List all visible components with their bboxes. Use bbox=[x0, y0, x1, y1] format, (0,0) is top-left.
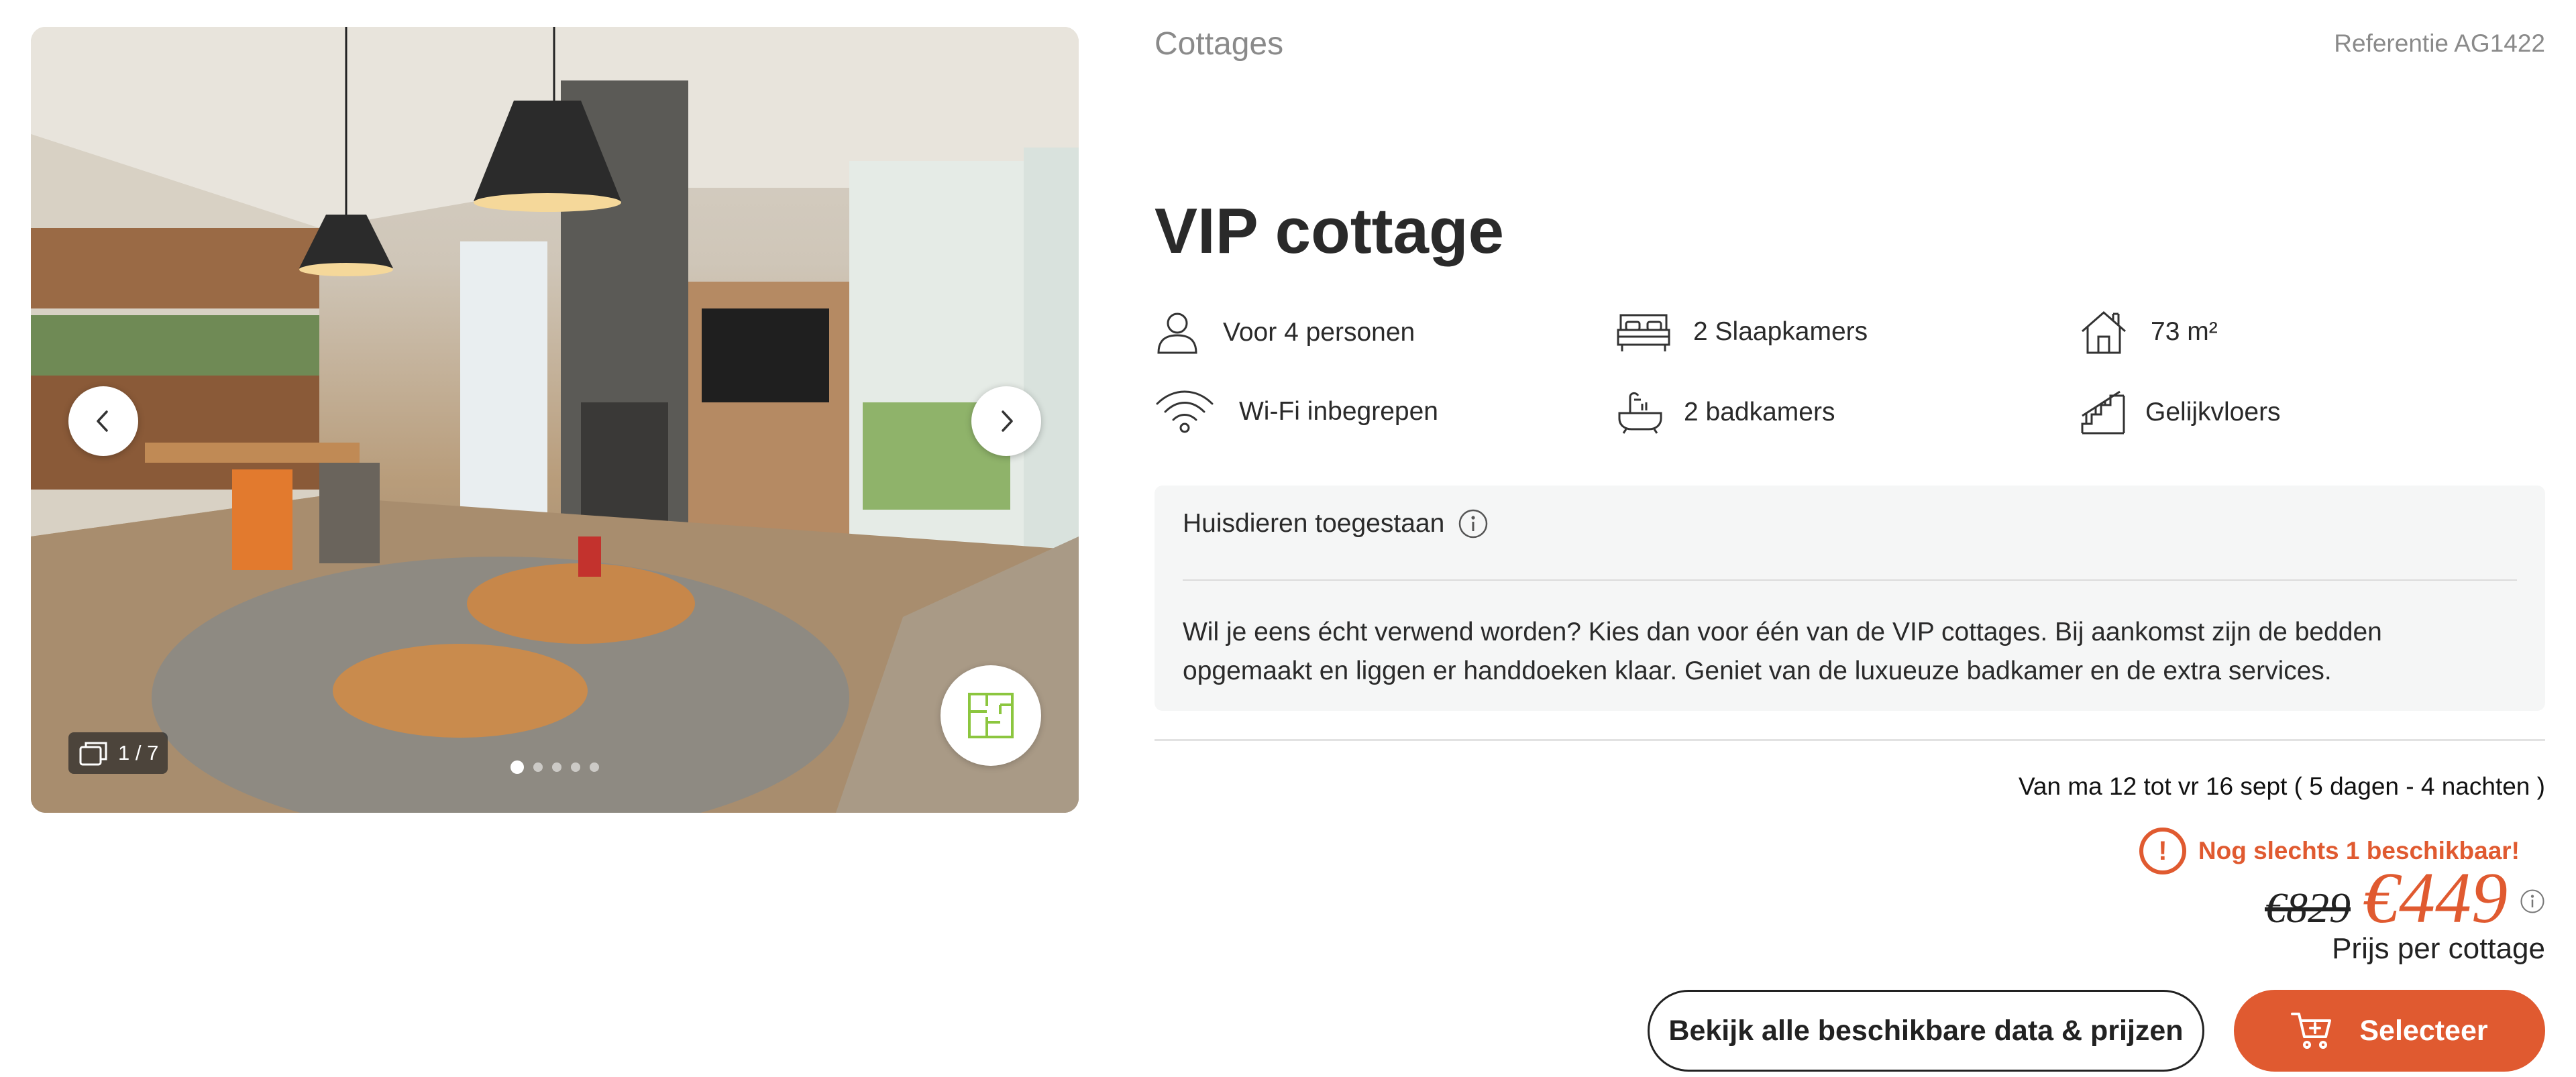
bathtub-icon bbox=[1618, 392, 1662, 434]
feature-persons-label: Voor 4 personen bbox=[1223, 318, 1415, 347]
carousel-dot[interactable] bbox=[571, 762, 580, 772]
feature-bathrooms: 2 badkamers bbox=[1617, 390, 1835, 435]
price-info-icon[interactable] bbox=[2520, 889, 2545, 914]
pets-allowed-label: Huisdieren toegestaan bbox=[1183, 509, 1445, 538]
reference-label: Referentie AG1422 bbox=[2334, 30, 2545, 57]
category-label: Cottages bbox=[1155, 26, 1284, 62]
feature-bedrooms-label: 2 Slaapkamers bbox=[1693, 317, 1868, 346]
all-dates-prices-button[interactable]: Bekijk alle beschikbare data & prijzen bbox=[1648, 990, 2204, 1072]
next-photo-button[interactable] bbox=[971, 386, 1041, 456]
info-icon[interactable] bbox=[1458, 508, 1489, 539]
new-price: €449 bbox=[2363, 858, 2508, 938]
select-button[interactable]: Selecteer bbox=[2234, 990, 2545, 1072]
photo-counter: 1 / 7 bbox=[68, 732, 168, 774]
feature-wifi-label: Wi-Fi inbegrepen bbox=[1239, 397, 1438, 426]
previous-photo-button[interactable] bbox=[68, 386, 138, 456]
all-dates-prices-label: Bekijk alle beschikbare data & prijzen bbox=[1668, 1014, 2184, 1047]
pets-allowed: Huisdieren toegestaan bbox=[1183, 508, 1489, 539]
alert-icon: ! bbox=[2139, 828, 2186, 874]
feature-area-label: 73 m² bbox=[2151, 317, 2218, 346]
feature-bathrooms-label: 2 badkamers bbox=[1684, 398, 1835, 427]
feature-floor-label: Gelijkvloers bbox=[2145, 398, 2281, 427]
feature-wifi: Wi-Fi inbegrepen bbox=[1155, 389, 1438, 435]
price-unit-label: Prijs per cottage bbox=[2332, 932, 2545, 965]
stairs-icon bbox=[2081, 390, 2125, 435]
carousel-dot[interactable] bbox=[533, 762, 543, 772]
person-icon bbox=[1157, 313, 1197, 354]
stay-dates: Van ma 12 tot vr 16 sept ( 5 dagen - 4 n… bbox=[2018, 773, 2545, 800]
carousel-dot[interactable] bbox=[511, 760, 524, 774]
section-divider bbox=[1155, 739, 2545, 741]
feature-bedrooms: 2 Slaapkamers bbox=[1617, 310, 1868, 354]
info-divider bbox=[1183, 579, 2517, 581]
floorplan-button[interactable] bbox=[941, 665, 1041, 766]
house-icon bbox=[2082, 311, 2126, 354]
gallery-stack-icon bbox=[79, 742, 107, 766]
price-block: €829 €449 bbox=[2265, 857, 2545, 940]
photo-counter-label: 1 / 7 bbox=[118, 741, 159, 764]
floorplan-icon bbox=[968, 693, 1014, 738]
select-button-label: Selecteer bbox=[2359, 1014, 2488, 1047]
old-price: €829 bbox=[2265, 884, 2351, 931]
cottage-interior-photo bbox=[31, 27, 1079, 813]
chevron-right-icon bbox=[1002, 410, 1013, 432]
description-text: Wil je eens écht verwend worden? Kies da… bbox=[1183, 618, 2382, 685]
feature-persons: Voor 4 personen bbox=[1155, 310, 1415, 355]
cart-icon bbox=[2291, 1013, 2332, 1049]
carousel-dots bbox=[511, 760, 599, 774]
bed-icon bbox=[1617, 314, 1670, 351]
chevron-left-icon bbox=[97, 410, 108, 432]
page-title: VIP cottage bbox=[1155, 195, 1505, 267]
feature-area: 73 m² bbox=[2080, 308, 2218, 355]
carousel-dot[interactable] bbox=[552, 762, 561, 772]
wifi-icon bbox=[1156, 390, 1214, 433]
feature-floor: Gelijkvloers bbox=[2080, 389, 2281, 436]
alert-symbol: ! bbox=[2158, 836, 2167, 866]
carousel-dot[interactable] bbox=[590, 762, 599, 772]
info-panel: Huisdieren toegestaan Wil je eens écht v… bbox=[1155, 486, 2545, 711]
photo-gallery[interactable]: 1 / 7 bbox=[31, 27, 1079, 813]
